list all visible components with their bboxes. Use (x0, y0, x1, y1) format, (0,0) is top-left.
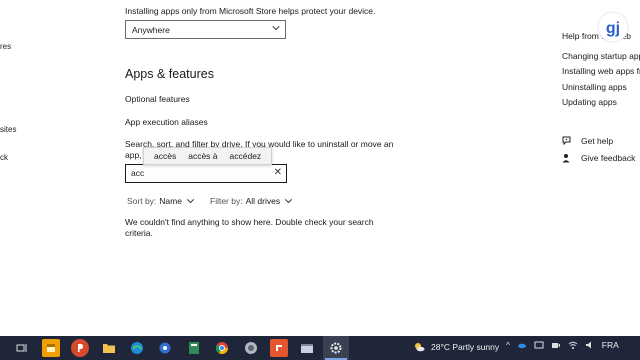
folder-icon[interactable] (100, 339, 118, 357)
file-explorer-icon[interactable] (42, 339, 60, 357)
section-title: Apps & features (125, 67, 214, 81)
edge-icon[interactable] (128, 339, 146, 357)
camera-icon[interactable] (551, 340, 561, 350)
feedback-person-icon (562, 154, 570, 163)
help-link-startup[interactable]: Changing startup apps (562, 51, 640, 61)
left-nav-item-apps[interactable]: res (0, 42, 11, 51)
sort-label: Sort by: (127, 196, 157, 206)
chevron-down-icon (285, 199, 293, 204)
task-view-icon[interactable] (13, 339, 31, 357)
volume-icon[interactable] (585, 340, 595, 350)
get-help-label: Get help (581, 136, 614, 146)
chrome-icon[interactable] (213, 339, 231, 357)
sort-value: Name (159, 196, 182, 206)
settings-icon[interactable] (327, 339, 345, 357)
give-feedback-label: Give feedback (581, 153, 636, 163)
photos-icon[interactable] (185, 339, 203, 357)
help-link-updating[interactable]: Updating apps (562, 97, 617, 107)
logo-icon: gj (597, 11, 629, 43)
suggestion-item[interactable]: accédez (230, 151, 262, 161)
filter-control[interactable]: Filter by: All drives (210, 196, 293, 206)
app-window-icon[interactable] (298, 339, 316, 357)
close-icon[interactable]: ✕ (274, 167, 282, 178)
left-nav: res sites ck (0, 0, 20, 336)
wifi-icon[interactable] (568, 340, 578, 350)
onedrive-icon[interactable] (517, 340, 527, 350)
weather-text: 28°C Partly sunny (431, 342, 500, 352)
search-input-value: acc (131, 168, 145, 178)
chevron-up-icon[interactable]: ^ (506, 341, 510, 350)
chevron-down-icon (272, 26, 280, 31)
language-indicator[interactable]: FRA (602, 340, 619, 350)
main-content: Installing apps only from Microsoft Stor… (125, 0, 525, 336)
help-link-uninstall[interactable]: Uninstalling apps (562, 82, 627, 92)
sort-control[interactable]: Sort by: Name (127, 196, 195, 206)
logo-text: gj (606, 20, 620, 37)
app-source-dropdown[interactable]: Anywhere (125, 20, 286, 39)
suggestion-item[interactable]: accès à (188, 151, 217, 161)
filter-value: All drives (245, 196, 281, 206)
suggestion-item[interactable]: accès (154, 151, 176, 161)
chat-help-icon (562, 136, 571, 146)
app-orange-icon[interactable] (270, 339, 288, 357)
app-source-value: Anywhere (132, 25, 170, 35)
search-input[interactable]: acc ✕ (125, 164, 287, 183)
help-link-web-apps[interactable]: Installing web apps from (562, 66, 640, 76)
empty-message-line1: We couldn't find anything to show here. … (125, 217, 374, 227)
store-notice: Installing apps only from Microsoft Stor… (125, 6, 376, 16)
network-icon[interactable] (156, 339, 174, 357)
filter-label: Filter by: (210, 196, 243, 206)
app-circle-icon[interactable] (242, 339, 260, 357)
left-nav-item-websites[interactable]: sites (0, 125, 16, 134)
app-tray-icon[interactable] (534, 340, 544, 350)
partly-sunny-icon (415, 343, 425, 352)
app-execution-aliases-link[interactable]: App execution aliases (125, 117, 208, 127)
channel-logo: gj (596, 10, 630, 44)
autocomplete-suggestions: accès accès à accédez (143, 147, 273, 165)
system-tray: ^ FRA (506, 340, 619, 350)
get-help-link[interactable]: Get help (562, 136, 613, 146)
app-p-icon[interactable] (71, 339, 89, 357)
left-nav-item-back[interactable]: ck (0, 153, 8, 162)
help-panel: Help from the web Changing startup apps … (562, 0, 640, 336)
weather-widget[interactable]: 28°C Partly sunny (413, 341, 499, 353)
give-feedback-link[interactable]: Give feedback (562, 153, 635, 163)
chevron-down-icon (186, 199, 195, 204)
empty-message-line2: criteria. (125, 228, 153, 238)
optional-features-link[interactable]: Optional features (125, 94, 190, 104)
